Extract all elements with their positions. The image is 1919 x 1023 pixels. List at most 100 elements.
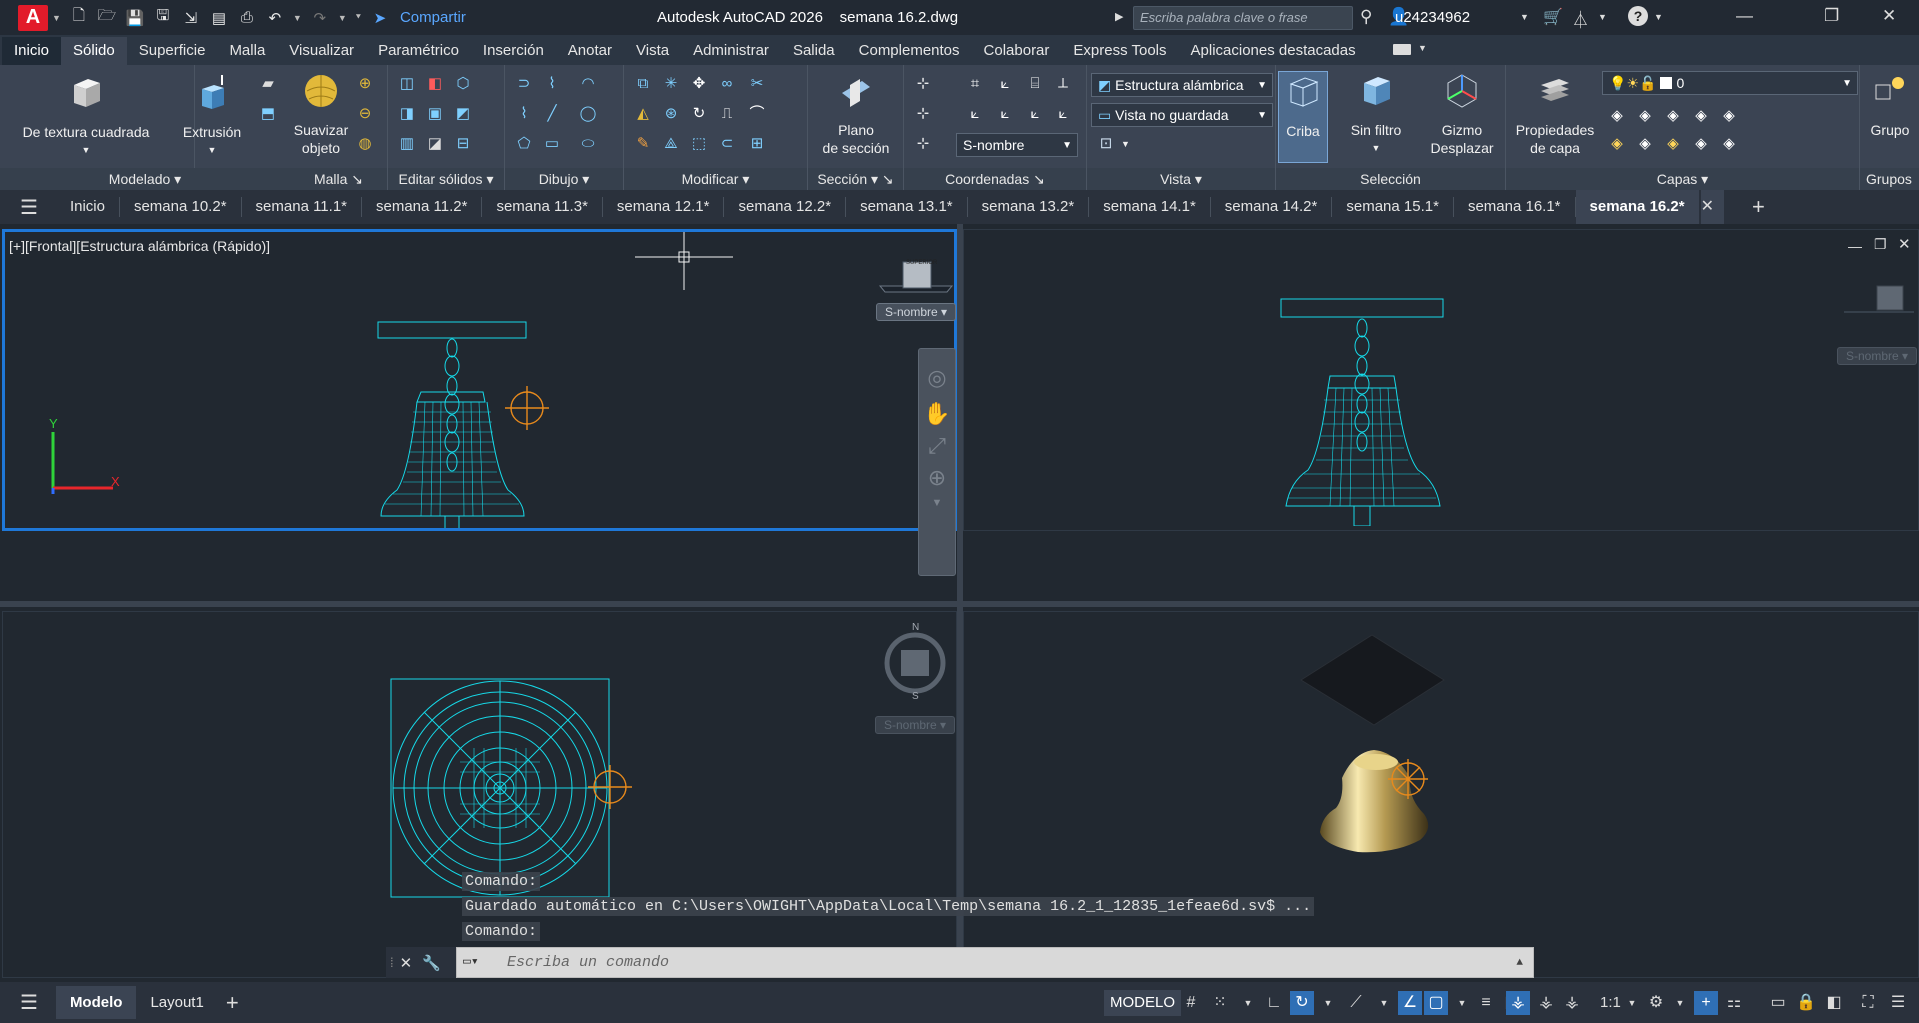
file-tab[interactable]: semana 11.1* [242,197,362,217]
orbit-icon[interactable]: ⊕ [919,465,955,491]
ucs-view-icon[interactable]: ⌸ [1024,73,1046,95]
file-tab[interactable]: semana 16.2* [1575,190,1699,224]
ribbon-tab[interactable]: Complementos [847,37,972,65]
erase-icon[interactable]: ✎ [632,133,654,155]
offset-icon[interactable]: ⊂ [716,133,738,155]
share-button[interactable]: Compartir [400,9,466,26]
rotate-icon[interactable]: ↻ [688,103,710,125]
hamburger-menu-icon[interactable]: ☰ [0,195,56,220]
ribbon-tab[interactable]: Vista [624,37,681,65]
union-icon[interactable]: ◫ [396,73,418,95]
ribbon-tab[interactable]: Administrar [681,37,781,65]
command-history-caret-icon[interactable]: ▲ [1516,954,1523,972]
ucs-3point-icon[interactable]: ⟂ [1052,73,1074,95]
search-expand-icon[interactable]: ▶ [1115,10,1123,23]
viewport-config-icon[interactable]: ⊡ [1095,133,1117,155]
workspace-caret-icon[interactable]: ▼ [1668,991,1692,1015]
ortho-icon[interactable]: ∟ [1262,991,1286,1015]
isodraft-icon[interactable]: ⟋ [1344,991,1368,1015]
help-icon[interactable]: ? [1628,6,1648,26]
file-tab[interactable]: semana 10.2* [120,197,242,217]
command-prompt-icon[interactable]: ▭▾ [463,953,479,971]
layer-dropdown[interactable]: 💡☀🔓 0 ▼ [1602,71,1858,95]
app-menu-button[interactable]: A [18,4,48,31]
trim-icon[interactable]: ✂ [746,73,768,95]
model-space-button[interactable]: MODELO [1104,990,1182,1016]
ribbon-tab[interactable]: Salida [781,37,847,65]
panel-modificar-label[interactable]: Modificar ▾ [624,168,807,190]
mesh-refine-icon[interactable]: ◍ [354,133,376,155]
command-input[interactable]: ▭▾ Escriba un comando ▲ [456,947,1534,978]
open-folder-icon[interactable]: 🗁 [96,7,118,29]
scale-caret-icon[interactable]: ▼ [1620,991,1644,1015]
ribbon-tab[interactable]: Superficie [127,37,218,65]
ucs-menu-dropdown[interactable]: S-nombre ▾ [876,303,956,321]
rectangle-icon[interactable]: ▭ [541,133,563,155]
a360-caret-icon[interactable]: ▼ [1598,12,1607,22]
ribbon-tab[interactable]: Aplicaciones destacadas [1179,37,1368,65]
steering-wheel-icon[interactable]: ◎ [919,365,955,391]
separate-icon[interactable]: ⊟ [452,133,474,155]
redo-caret-icon[interactable]: ▼ [338,13,347,23]
user-caret-icon[interactable]: ▼ [1520,12,1529,22]
move-icon[interactable]: ✥ [688,73,710,95]
compass-north-label[interactable]: N [912,622,919,633]
panel-vista-label[interactable]: Vista ▾ [1087,168,1275,190]
export-icon[interactable]: ⇲ [180,7,202,29]
redo-icon[interactable]: ↷ [309,7,331,29]
file-tab[interactable]: semana 13.2* [968,197,1090,217]
undo-caret-icon[interactable]: ▼ [293,13,302,23]
tab-layout1[interactable]: Layout1 [136,994,217,1011]
ucs-menu-dropdown[interactable]: S-nombre ▾ [1837,347,1917,365]
layer-previous-icon[interactable]: ◈ [1634,133,1656,155]
object-snap-caret-icon[interactable]: ▼ [1450,991,1474,1015]
line-curve-icon[interactable]: ⊃ [513,73,535,95]
panel-capas-label[interactable]: Capas ▾ [1506,168,1859,190]
navbar-menu-caret-icon[interactable]: ▼ [919,497,955,509]
app-menu-caret-icon[interactable]: ▼ [52,13,61,23]
intersect-icon[interactable]: ◨ [396,103,418,125]
3d-array-icon[interactable]: ⊛ [660,103,682,125]
ribbon-tab[interactable]: Express Tools [1061,37,1178,65]
clean-screen-icon[interactable]: ⛶ [1856,991,1880,1015]
scale-icon[interactable]: ⬚ [688,133,710,155]
panel-editar-solidos-label[interactable]: Editar sólidos ▾ [388,168,504,190]
zoom-extents-icon[interactable]: ⤢ [919,433,955,459]
file-tab[interactable]: semana 16.1* [1454,197,1576,217]
save-as-icon[interactable]: 🖫 [152,7,174,29]
lineweight-icon[interactable]: ≡ [1474,991,1498,1015]
drag-handle-icon[interactable]: ⁞ [390,955,394,970]
store-cart-icon[interactable]: 🛒 [1543,7,1563,27]
panel-coordenadas-label[interactable]: Coordenadas ↘ [904,168,1086,190]
shell-icon[interactable]: ◪ [424,133,446,155]
no-filter-button[interactable]: Sin filtro ▼ [1336,71,1416,157]
ribbon-tab[interactable]: Anotar [556,37,624,65]
ribbon-options-caret-icon[interactable]: ▼ [1418,43,1427,53]
move-gizmo-button[interactable]: Gizmo Desplazar [1420,71,1504,157]
layout-menu-icon[interactable]: ☰ [0,990,56,1015]
viewport-config-caret-icon[interactable]: ▼ [1121,139,1130,149]
layer-freeze-icon[interactable]: ◈ [1690,105,1712,127]
ucs-x-icon[interactable]: ⟀ [964,103,986,125]
stretch-icon[interactable]: ⎍ [716,103,738,125]
object-snap-tracking-icon[interactable]: ∠ [1398,991,1422,1015]
file-tab[interactable]: semana 12.1* [603,197,725,217]
named-view-dropdown[interactable]: ▭ Vista no guardada ▼ [1091,103,1273,127]
circle-icon[interactable]: ◯ [577,103,599,125]
close-tab-icon[interactable]: ✕ [1700,190,1725,224]
ucs-name-dropdown[interactable]: S-nombre ▼ [956,133,1078,157]
no-filter-caret-icon[interactable]: ▼ [1336,139,1416,157]
new-layout-icon[interactable]: + [226,990,239,1016]
minimize-icon[interactable]: — [1736,6,1753,26]
drawing-area[interactable]: [+][Frontal][Estructura alámbrica (Rápid… [0,224,1919,978]
isolate-objects-icon[interactable]: ◧ [1822,991,1846,1015]
polygon-icon[interactable]: ⬠ [513,133,535,155]
layer-lock-icon[interactable]: ◈ [1718,105,1740,127]
save-icon[interactable]: 💾 [124,7,146,29]
subtract-icon[interactable]: ◧ [424,73,446,95]
file-tab[interactable]: Inicio [56,197,120,217]
file-tab[interactable]: semana 11.3* [482,197,603,217]
3d-align-icon[interactable]: ◭ [632,103,654,125]
3d-rotate-icon[interactable]: ✳ [660,73,682,95]
search-icon[interactable]: ⚲ [1360,7,1372,27]
